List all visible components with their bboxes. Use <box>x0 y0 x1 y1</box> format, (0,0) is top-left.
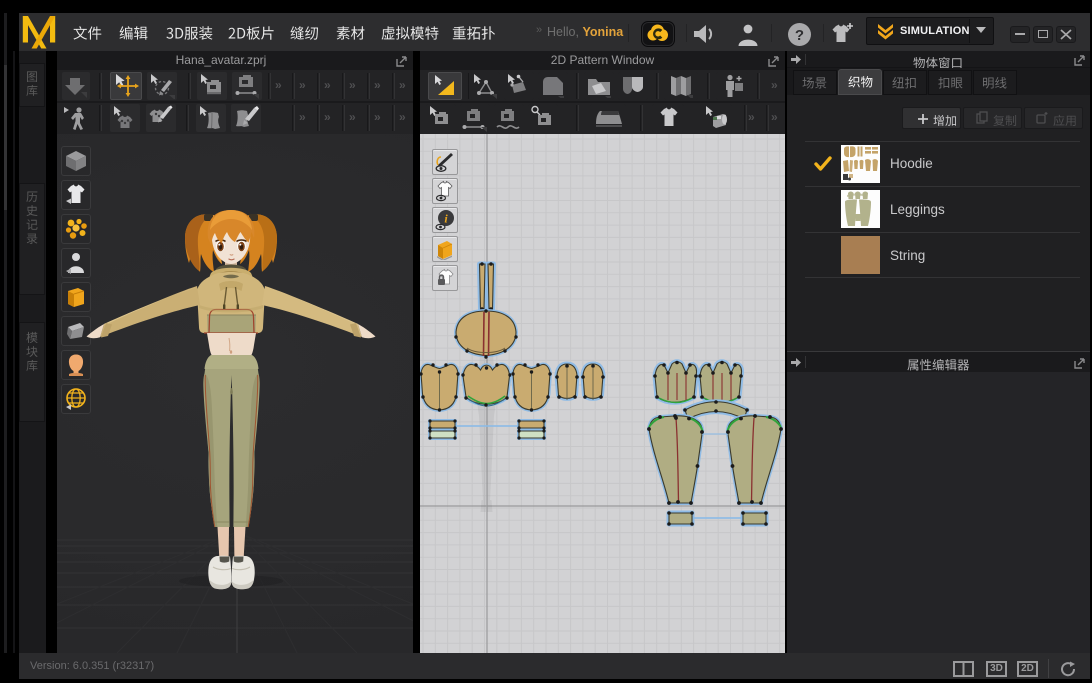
svg-text:?: ? <box>795 27 804 44</box>
